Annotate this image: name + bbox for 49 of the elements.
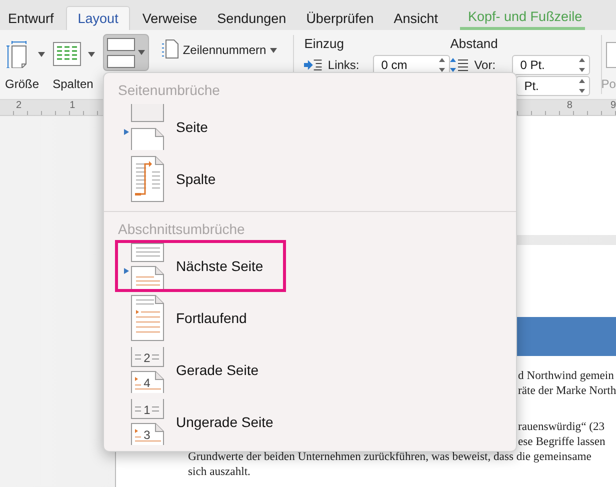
caret-icon [138, 50, 145, 55]
ribbon-tab[interactable]: Entwurf [0, 7, 62, 30]
position-label: Po [601, 77, 616, 91]
spinner-icon[interactable] [438, 57, 446, 73]
section-break-icon [124, 243, 164, 289]
document-text: d Northwind gemein [518, 368, 615, 383]
size-label: Größe [5, 77, 40, 91]
caret-icon[interactable] [38, 52, 45, 56]
columns-label: Spalten [52, 77, 94, 91]
spinner-icon[interactable] [578, 57, 586, 73]
ruler-number: 9 [610, 100, 616, 113]
menu-item[interactable]: 2 4 Gerade Seite [115, 344, 282, 396]
indent-title: Einzug [304, 36, 345, 51]
ribbon-tab[interactable]: Überprüfen [298, 7, 382, 30]
ribbon-tab[interactable]: Ansicht [386, 7, 446, 30]
spacing-before-field[interactable]: 0 Pt. [512, 55, 590, 75]
caret-icon[interactable] [88, 52, 95, 56]
ruler-number: 2 [16, 100, 22, 113]
caret-icon [270, 48, 278, 53]
ribbon-tab[interactable]: Verweise [134, 7, 206, 30]
menu-item[interactable]: Fortlaufend [115, 292, 270, 344]
ruler-number: 8 [566, 100, 572, 113]
page-break-icon [107, 38, 135, 68]
menu-item[interactable]: Seite [115, 101, 231, 153]
ribbon-tab[interactable]: Sendungen [209, 7, 294, 30]
menu-section-title: Seitenumbrüche [118, 82, 220, 98]
document-text: rauenswürdig“ (23 [518, 419, 606, 434]
document-text: ese Begriffe lassen [518, 434, 606, 449]
menu-item[interactable]: Spalte [115, 153, 239, 205]
line-numbers-button[interactable]: Zeilennummern [160, 30, 278, 61]
line-numbers-icon [160, 39, 179, 59]
ribbon-tab[interactable]: Layout [66, 6, 130, 30]
menu-item[interactable]: Nächste Seite [115, 240, 286, 292]
menu-item[interactable]: 1 3 Ungerade Seite [115, 396, 296, 448]
spacing-title: Abstand [450, 36, 499, 51]
spinner-icon[interactable] [578, 78, 586, 94]
spacing-before-icon [450, 58, 468, 72]
document-text: Grundwerte der beiden Unternehmen zurückführen, was beweist, dass die gemeinsame [188, 449, 592, 464]
indent-left-icon [304, 59, 322, 71]
before-label: Vor: [474, 58, 497, 72]
menu-section-title: Abschnittsumbrüche [118, 221, 245, 237]
ruler-number: 1 [70, 100, 76, 113]
breaks-button[interactable] [103, 34, 149, 71]
document-text: sich auszahlt. [188, 464, 252, 479]
document-text: räte der Marke North [518, 383, 616, 398]
columns-icon[interactable] [52, 42, 81, 66]
page-break-icon [124, 104, 164, 150]
left-label: Links: [328, 58, 360, 72]
spacing-after-field[interactable]: Pt. [516, 76, 590, 96]
